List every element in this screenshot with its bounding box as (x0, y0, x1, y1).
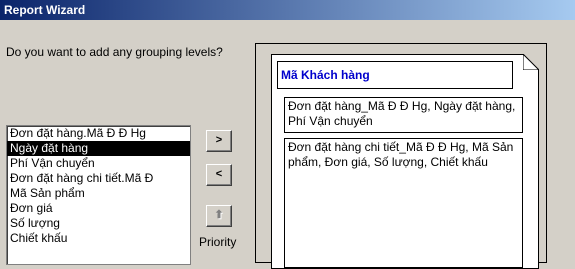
field-list-item[interactable]: Đơn giá (7, 201, 190, 216)
page-fold-icon (523, 54, 539, 70)
arrow-up-icon: ⬆ (214, 209, 224, 221)
detail-fields: Đơn đặt hàng chi tiết_Mã Đ Đ Hg, Mã Sản … (284, 138, 523, 268)
window-title-bar: Report Wizard (0, 0, 575, 20)
add-grouping-button[interactable]: > (206, 130, 232, 152)
remove-grouping-button[interactable]: < (206, 164, 232, 186)
grouping-preview-panel: Mã Khách hàng Đơn đặt hàng_Mã Đ Đ Hg, Ng… (255, 43, 547, 269)
window-title: Report Wizard (4, 3, 86, 17)
field-list-item[interactable]: Phí Vận chuyển (7, 156, 190, 171)
priority-up-button[interactable]: ⬆ (206, 205, 232, 227)
group-level-1: Mã Khách hàng (277, 61, 513, 89)
field-list-item[interactable]: Đơn đặt hàng.Mã Đ Đ Hg (7, 126, 190, 141)
grouping-question: Do you want to add any grouping levels? (6, 45, 223, 59)
field-list-item[interactable]: Đơn đặt hàng chi tiết.Mã Đ (7, 171, 190, 186)
group-level-2: Đơn đặt hàng_Mã Đ Đ Hg, Ngày đặt hàng, P… (284, 97, 523, 133)
field-list-item-selected[interactable]: Ngày đặt hàng (7, 141, 190, 156)
preview-page: Mã Khách hàng Đơn đặt hàng_Mã Đ Đ Hg, Ng… (271, 54, 539, 269)
priority-label: Priority (199, 235, 237, 249)
available-fields-list[interactable]: Đơn đặt hàng.Mã Đ Đ Hg Ngày đặt hàng Phí… (6, 125, 191, 265)
field-list-item[interactable]: Số lượng (7, 216, 190, 231)
field-list-item[interactable]: Chiết khấu (7, 231, 190, 246)
field-list-item[interactable]: Mã Sản phẩm (7, 186, 190, 201)
